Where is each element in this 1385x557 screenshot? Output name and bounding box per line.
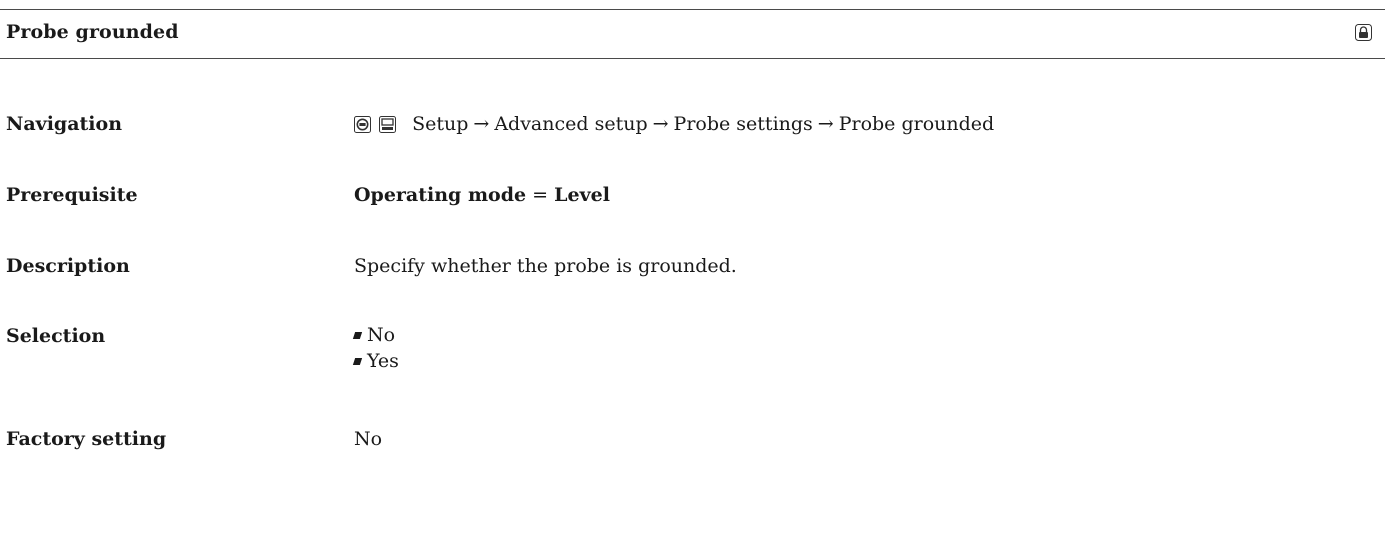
navigation-label: Navigation	[6, 113, 123, 135]
description-row: Description Specify whether the probe is…	[6, 255, 1376, 285]
navigation-row: Navigation Setup → Advanced setup → Probe se…	[6, 113, 1376, 143]
prerequisite-parameter: Operating mode	[354, 184, 527, 206]
factory-setting-value: No	[354, 428, 383, 450]
section-header: Probe grounded	[0, 9, 1385, 59]
navigation-value: Setup → Advanced setup → Probe settings → Prob…	[354, 113, 994, 138]
factory-setting-row: Factory setting No	[6, 428, 1376, 458]
selection-options: No Yes	[352, 322, 399, 374]
prerequisite-label: Prerequisite	[6, 184, 138, 206]
bullet-icon	[352, 332, 363, 339]
nav-arrow: →	[473, 113, 490, 135]
factory-setting-label: Factory setting	[6, 428, 167, 450]
selection-list: No Yes	[352, 322, 399, 374]
prerequisite-row: Prerequisite Operating mode = Level	[6, 184, 1376, 214]
prerequisite-value-text: Level	[554, 184, 610, 206]
selection-label: Selection	[6, 325, 106, 347]
selection-option: Yes	[367, 350, 399, 372]
list-item: Yes	[352, 348, 399, 374]
nav-path-step: Probe settings	[673, 113, 813, 135]
nav-arrow: →	[817, 113, 834, 135]
prerequisite-value: Operating mode = Level	[354, 184, 610, 206]
menu-display-icon	[379, 116, 397, 133]
selection-row: Selection No Yes	[6, 322, 1376, 382]
nav-arrow: →	[652, 113, 669, 135]
description-label: Description	[6, 255, 130, 277]
operation-display-icon	[354, 116, 371, 133]
lock-icon	[1355, 24, 1372, 41]
prerequisite-operator: =	[532, 184, 549, 206]
description-text: Specify whether the probe is grounded.	[354, 255, 737, 277]
list-item: No	[352, 322, 399, 348]
page-title: Probe grounded	[6, 21, 179, 43]
nav-path-step: Setup	[412, 113, 469, 135]
nav-path-step: Advanced setup	[494, 113, 648, 135]
bullet-icon	[352, 358, 363, 365]
selection-option: No	[367, 324, 396, 346]
navigation-icons	[354, 116, 398, 138]
nav-path-step: Probe grounded	[838, 113, 995, 135]
